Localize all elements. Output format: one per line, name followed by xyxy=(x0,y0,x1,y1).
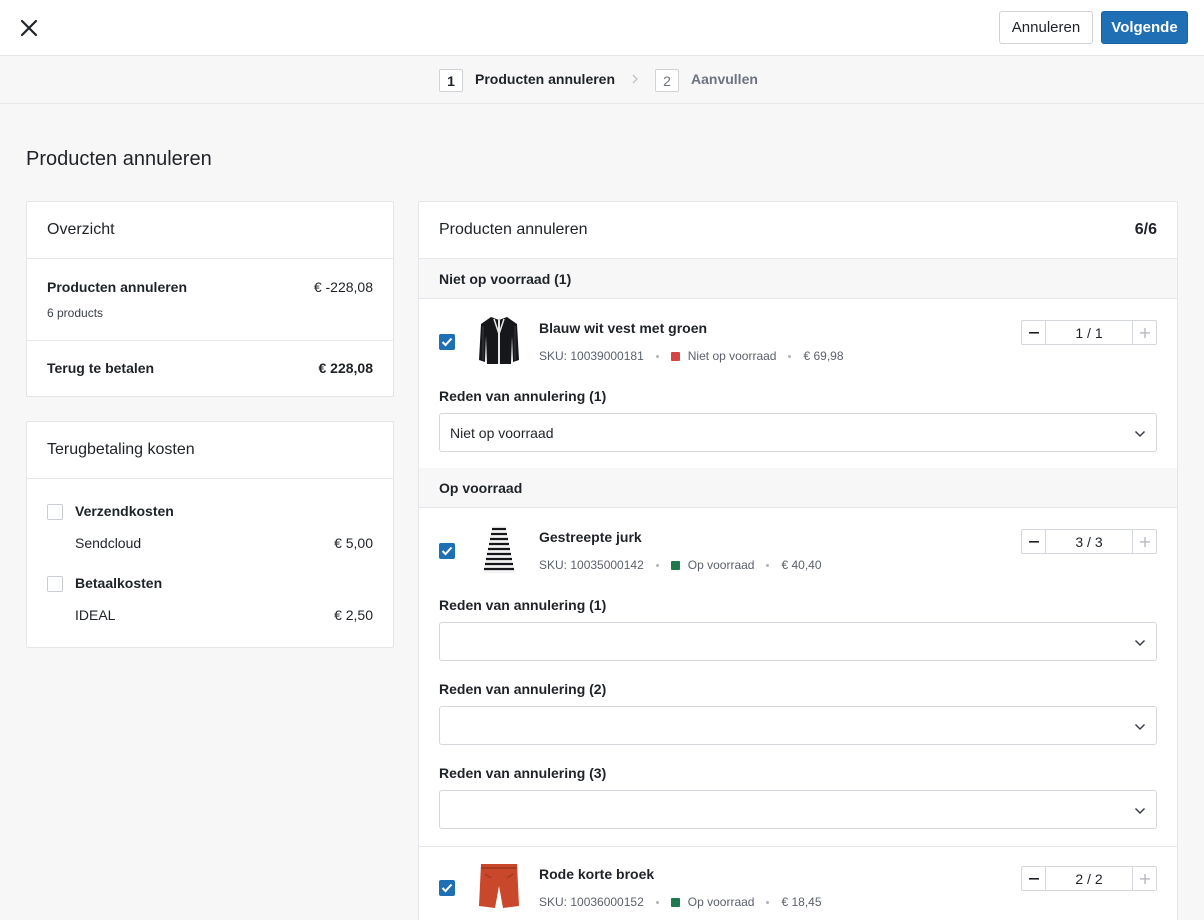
product-3-name: Rode korte broek xyxy=(539,866,655,882)
product-2-checkbox[interactable] xyxy=(439,543,455,559)
products-count: 6/6 xyxy=(1134,221,1157,238)
product-1-reason-1-value: Niet op voorraad xyxy=(450,424,554,441)
overview-card: Overzicht Producten annuleren € -228,08 … xyxy=(26,201,394,397)
product-1-quantity-stepper: 1 / 1 xyxy=(1021,320,1157,345)
product-3-image xyxy=(477,860,521,912)
separator-dot xyxy=(655,563,659,567)
product-2-stock: Op voorraad xyxy=(687,558,755,572)
product-2-name: Gestreepte jurk xyxy=(539,529,642,545)
stock-status-icon xyxy=(670,560,680,570)
product-2-price: € 40,40 xyxy=(781,558,822,572)
shipping-provider: Sendcloud xyxy=(75,535,142,551)
chevron-right-icon xyxy=(630,71,640,90)
products-card-title: Producten annuleren xyxy=(439,221,588,238)
product-3-stock: Op voorraad xyxy=(687,895,755,909)
separator-dot xyxy=(766,563,770,567)
product-1-reason-1-label: Reden van annulering (1) xyxy=(439,388,607,404)
group-in-stock: Op voorraad xyxy=(419,468,1177,508)
shipping-costs-label: Verzendkosten xyxy=(75,503,174,519)
product-2-reason-3-select[interactable] xyxy=(439,790,1157,829)
page-title: Producten annuleren xyxy=(26,148,212,170)
separator-dot xyxy=(655,354,659,358)
overview-refund-row: Terug te betalen € 228,08 xyxy=(47,360,373,376)
product-1-stock: Niet op voorraad xyxy=(687,349,777,363)
separator-dot xyxy=(788,354,792,358)
shipping-amount: € 5,00 xyxy=(334,535,373,551)
payment-provider: IDEAL xyxy=(75,607,116,623)
top-bar: Annuleren Volgende xyxy=(0,0,1204,56)
product-1-quantity[interactable]: 1 / 1 xyxy=(1045,321,1133,344)
product-2-reason-1-label: Reden van annulering (1) xyxy=(439,597,607,613)
product-2-reason-2-select[interactable] xyxy=(439,706,1157,745)
separator-dot xyxy=(766,900,770,904)
overview-refund-label: Terug te betalen xyxy=(47,360,155,376)
cancel-button[interactable]: Annuleren xyxy=(999,11,1093,44)
plus-icon[interactable] xyxy=(1133,321,1156,344)
product-3-price: € 18,45 xyxy=(781,895,822,909)
product-2-reason-3-label: Reden van annulering (3) xyxy=(439,765,607,781)
overview-cancel-row: Producten annuleren € -228,08 xyxy=(47,279,373,295)
stepper: 1 Producten annuleren 2 Aanvullen xyxy=(0,56,1204,104)
product-2-reason-2-label: Reden van annulering (2) xyxy=(439,681,607,697)
step-2-number: 2 xyxy=(655,69,679,92)
overview-cancel-amount: € -228,08 xyxy=(313,279,373,295)
payment-costs-checkbox[interactable] xyxy=(47,576,63,592)
product-1-meta: SKU: 10039000181 Niet op voorraad € 69,9… xyxy=(539,349,844,363)
separator-dot xyxy=(655,900,659,904)
shipping-costs-row: Sendcloud € 5,00 xyxy=(75,535,373,551)
minus-icon[interactable] xyxy=(1022,530,1045,553)
divider xyxy=(27,340,393,341)
product-3-quantity-stepper: 2 / 2 xyxy=(1021,866,1157,891)
product-2-quantity[interactable]: 3 / 3 xyxy=(1045,530,1133,553)
product-1-name: Blauw wit vest met groen xyxy=(539,320,708,336)
plus-icon[interactable] xyxy=(1133,867,1156,890)
product-2-sku: SKU: 10035000142 xyxy=(539,558,644,572)
step-2-label[interactable]: Aanvullen xyxy=(691,71,758,87)
chevron-down-icon xyxy=(1134,718,1146,734)
products-card-header: Producten annuleren 6/6 xyxy=(419,202,1177,259)
chevron-down-icon xyxy=(1134,425,1146,441)
payment-amount: € 2,50 xyxy=(334,607,373,623)
products-card: Producten annuleren 6/6 Niet op voorraad… xyxy=(418,201,1178,920)
product-3-meta: SKU: 10036000152 Op voorraad € 18,45 xyxy=(539,895,822,909)
overview-title: Overzicht xyxy=(27,202,393,259)
minus-icon[interactable] xyxy=(1022,321,1045,344)
product-1-sku: SKU: 10039000181 xyxy=(539,349,644,363)
overview-cancel-label: Producten annuleren xyxy=(47,279,188,295)
product-2-meta: SKU: 10035000142 Op voorraad € 40,40 xyxy=(539,558,822,572)
product-1-image xyxy=(477,314,521,366)
product-1-checkbox[interactable] xyxy=(439,334,455,350)
stock-status-icon xyxy=(670,897,680,907)
product-1-reason-1-select[interactable]: Niet op voorraad xyxy=(439,413,1157,452)
product-2-image xyxy=(477,523,521,575)
refund-costs-card: Terugbetaling kosten Verzendkosten Sendc… xyxy=(26,421,394,648)
product-3-quantity[interactable]: 2 / 2 xyxy=(1045,867,1133,890)
next-button[interactable]: Volgende xyxy=(1101,11,1188,44)
chevron-down-icon xyxy=(1134,634,1146,650)
close-icon[interactable] xyxy=(16,15,42,41)
minus-icon[interactable] xyxy=(1022,867,1045,890)
product-2-quantity-stepper: 3 / 3 xyxy=(1021,529,1157,554)
overview-refund-amount: € 228,08 xyxy=(318,360,374,376)
refund-costs-title: Terugbetaling kosten xyxy=(27,422,393,479)
product-1-price: € 69,98 xyxy=(803,349,844,363)
plus-icon[interactable] xyxy=(1133,530,1156,553)
group-out-of-stock: Niet op voorraad (1) xyxy=(419,259,1177,299)
payment-costs-label: Betaalkosten xyxy=(75,575,163,591)
product-2-reason-1-select[interactable] xyxy=(439,622,1157,661)
stock-status-icon xyxy=(670,351,680,361)
divider xyxy=(419,846,1177,847)
overview-product-count: 6 products xyxy=(47,306,104,320)
chevron-down-icon xyxy=(1134,802,1146,818)
payment-costs-row: IDEAL € 2,50 xyxy=(75,607,373,623)
step-1-label[interactable]: Producten annuleren xyxy=(475,71,615,87)
product-3-checkbox[interactable] xyxy=(439,880,455,896)
shipping-costs-checkbox[interactable] xyxy=(47,504,63,520)
product-3-sku: SKU: 10036000152 xyxy=(539,895,644,909)
step-1-number: 1 xyxy=(439,69,463,92)
